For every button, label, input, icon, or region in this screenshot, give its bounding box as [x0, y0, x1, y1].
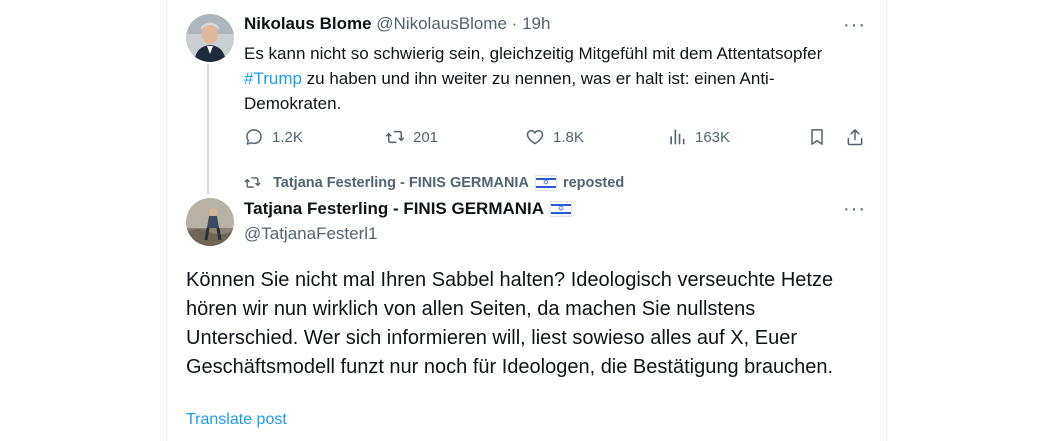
- repost-notice[interactable]: Tatjana Festerling - FINIS GERMANIA ✡ re…: [244, 174, 624, 191]
- thread-connector-line: [207, 64, 209, 194]
- avatar-nikolaus-blome[interactable]: [186, 14, 234, 62]
- tweet2-text: Können Sie nicht mal Ihren Sabbel halten…: [186, 269, 834, 378]
- repost-icon: [385, 130, 405, 144]
- tweet1-separator: ·: [511, 14, 518, 33]
- tweet1-text: Es kann nicht so schwierig sein, gleichz…: [244, 41, 864, 116]
- like-button[interactable]: 1.8K: [525, 127, 584, 147]
- avatar-tatjana-festerling[interactable]: [186, 198, 234, 246]
- tweet2-author-name-row[interactable]: Tatjana Festerling - FINIS GERMANIA ✡: [244, 199, 578, 219]
- like-icon: [526, 130, 544, 145]
- views-button[interactable]: 163K: [667, 127, 730, 147]
- tweet1-author-name[interactable]: Nikolaus Blome: [244, 14, 372, 33]
- share-button[interactable]: [845, 127, 873, 147]
- tweet2-author-name[interactable]: Tatjana Festerling - FINIS GERMANIA: [244, 199, 544, 219]
- tweet1-more-icon[interactable]: ···: [843, 15, 865, 40]
- views-count: 163K: [695, 128, 731, 146]
- israel-flag-icon: ✡: [550, 201, 573, 217]
- repost-count: 201: [413, 128, 439, 146]
- translate-post-link[interactable]: Translate post: [186, 411, 287, 429]
- israel-flag-icon: ✡: [534, 174, 557, 191]
- tweet2-handle[interactable]: @TatjanaFesterl1: [244, 224, 378, 244]
- tweet1-text-part1: Es kann nicht so schwierig sein, gleichz…: [244, 44, 823, 63]
- like-count: 1.8K: [553, 128, 584, 146]
- hashtag-link[interactable]: #Trump: [244, 69, 302, 88]
- reply-icon: [246, 129, 262, 145]
- bookmark-button[interactable]: [807, 127, 835, 147]
- repost-button[interactable]: 201: [385, 127, 438, 147]
- tweet1-header: Nikolaus Blome @NikolausBlome · 19h: [244, 14, 550, 34]
- tweet1-handle[interactable]: @NikolausBlome: [376, 14, 507, 33]
- repost-notice-name: Tatjana Festerling - FINIS GERMANIA: [273, 174, 529, 191]
- reply-button[interactable]: 1.2K: [244, 127, 303, 147]
- bookmark-icon: [811, 129, 823, 145]
- repost-notice-label: reposted: [562, 174, 625, 191]
- tweet2-more-icon[interactable]: ···: [843, 199, 865, 224]
- tweet1-time[interactable]: 19h: [522, 14, 550, 33]
- share-icon: [847, 129, 863, 146]
- tweet1-action-bar: 1.2K 201 1.8K 163K: [244, 127, 866, 151]
- repost-icon: [244, 177, 261, 188]
- tweet1-text-part2: zu haben und ihn weiter zu nennen, was e…: [244, 69, 775, 113]
- views-icon: [670, 129, 685, 145]
- reply-count: 1.2K: [272, 128, 303, 146]
